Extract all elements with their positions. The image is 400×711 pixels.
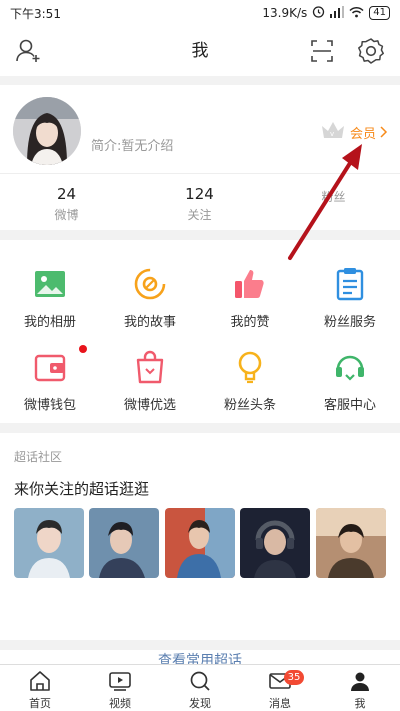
story-icon	[134, 268, 166, 300]
grid-item-likes[interactable]: 我的赞	[200, 260, 300, 340]
tab-profile[interactable]: 我	[320, 669, 400, 711]
super-topic-section: 超话社区 来你关注的超话逛逛	[0, 433, 400, 640]
tab-messages[interactable]: 消息 35	[240, 669, 320, 711]
topic-thumbnail[interactable]	[89, 508, 159, 578]
section-heading: 来你关注的超话逛逛	[14, 480, 150, 498]
tab-label: 我	[354, 697, 366, 710]
stat-label: 关注	[187, 208, 212, 222]
notification-dot	[79, 345, 87, 353]
grid-item-label: 微博优选	[123, 398, 176, 413]
feature-grid: 我的相册 我的故事 我的赞 粉丝服务 微博钱包 微博优选 粉丝头条 客服中心	[0, 240, 400, 423]
tab-label: 视频	[109, 697, 131, 710]
grid-item-fan-headline[interactable]: 粉丝头条	[200, 343, 300, 423]
tab-home[interactable]: 首页	[0, 669, 80, 711]
status-bar: 下午3:51 13.9K/s 41	[0, 0, 400, 26]
message-count-badge: 35	[284, 670, 304, 685]
stat-label: 微博	[54, 208, 79, 222]
grid-item-label: 我的赞	[230, 315, 270, 330]
signal-icon	[330, 5, 345, 21]
grid-item-album[interactable]: 我的相册	[0, 260, 100, 340]
lightbulb-icon	[238, 351, 262, 384]
chevron-right-icon	[380, 123, 388, 142]
grid-item-story[interactable]: 我的故事	[100, 260, 200, 340]
thumbs-up-icon	[235, 270, 264, 298]
status-time: 下午3:51	[10, 6, 61, 21]
stat-number: 24	[56, 185, 77, 203]
scan-icon[interactable]	[307, 36, 337, 66]
grid-item-label: 我的故事	[123, 315, 176, 330]
profile-icon	[351, 672, 369, 691]
alarm-icon	[312, 5, 325, 21]
network-speed: 13.9K/s	[262, 6, 308, 20]
grid-item-label: 微博钱包	[23, 398, 76, 413]
tab-video[interactable]: 视频	[80, 669, 160, 711]
settings-gear-icon[interactable]	[356, 36, 386, 66]
tab-label: 发现	[189, 697, 211, 710]
grid-item-label: 我的相册	[23, 315, 76, 330]
page-title: 我	[191, 41, 209, 61]
tab-label: 消息	[269, 697, 291, 710]
stat-weibo[interactable]: 24 微博	[0, 185, 133, 223]
shopping-bag-icon	[136, 350, 164, 384]
battery-indicator: 41	[369, 6, 390, 20]
topic-thumbnail[interactable]	[14, 508, 84, 578]
stat-following[interactable]: 124 关注	[133, 185, 266, 223]
search-icon	[190, 671, 210, 691]
headset-icon	[336, 355, 364, 381]
section-label: 超话社区	[14, 450, 63, 464]
topic-thumbnail[interactable]	[165, 508, 235, 578]
grid-item-weibo-select[interactable]: 微博优选	[100, 343, 200, 423]
svg-text:v: v	[330, 130, 334, 138]
grid-item-label: 粉丝服务	[323, 315, 376, 330]
avatar[interactable]	[13, 97, 81, 165]
profile-card: 简介:暂无介绍 v 会员 24 微博 124 关注 粉丝	[0, 85, 400, 230]
divider	[0, 173, 400, 174]
profile-intro: 简介:暂无介绍	[91, 139, 174, 154]
status-indicators: 13.9K/s 41	[262, 5, 390, 21]
topic-thumbnail[interactable]	[240, 508, 310, 578]
tab-label: 首页	[29, 697, 51, 710]
grid-item-label: 粉丝头条	[223, 398, 276, 413]
grid-item-wallet[interactable]: 微博钱包	[0, 343, 100, 423]
video-icon	[109, 672, 131, 691]
crown-icon: v	[320, 120, 346, 144]
grid-item-label: 客服中心	[323, 398, 376, 413]
wifi-icon	[349, 6, 364, 21]
topic-thumbnail[interactable]	[316, 508, 386, 578]
view-common-topics-link[interactable]: 查看常用超话	[0, 650, 400, 664]
stat-number: 124	[185, 185, 214, 203]
stat-followers[interactable]: 粉丝	[267, 185, 400, 205]
grid-item-fan-service[interactable]: 粉丝服务	[300, 260, 400, 340]
vip-label: 会员	[349, 126, 376, 142]
vip-membership-entry[interactable]: v 会员	[320, 120, 388, 144]
wallet-icon	[34, 354, 66, 382]
grid-item-customer-service[interactable]: 客服中心	[300, 343, 400, 423]
album-icon	[35, 271, 65, 297]
home-icon	[30, 671, 50, 691]
clipboard-icon	[336, 268, 364, 301]
top-navigation: 我	[0, 26, 400, 76]
tab-discover[interactable]: 发现	[160, 669, 240, 711]
bottom-tab-bar: 首页 视频 发现 消息 35 我	[0, 664, 400, 711]
stat-label: 粉丝	[321, 190, 346, 204]
